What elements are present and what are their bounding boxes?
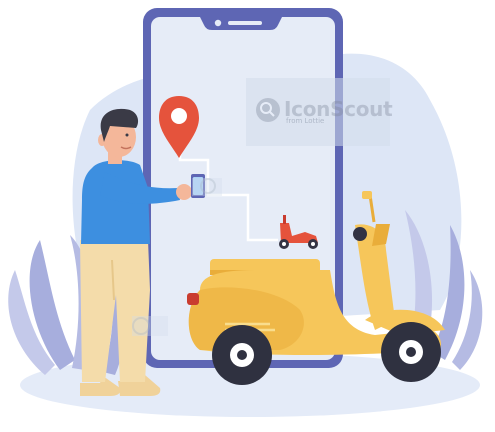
scooter-tail-light	[187, 293, 199, 305]
front-camera	[214, 19, 222, 27]
front-wheel	[381, 322, 441, 382]
speaker-grille	[228, 21, 262, 25]
delivery-illustration	[8, 8, 483, 417]
rear-wheel	[212, 325, 272, 385]
headlight	[353, 227, 367, 241]
watermark-subtext: from Lottie	[286, 117, 325, 125]
watermark-logo-icon	[256, 98, 280, 122]
hand	[176, 184, 192, 200]
